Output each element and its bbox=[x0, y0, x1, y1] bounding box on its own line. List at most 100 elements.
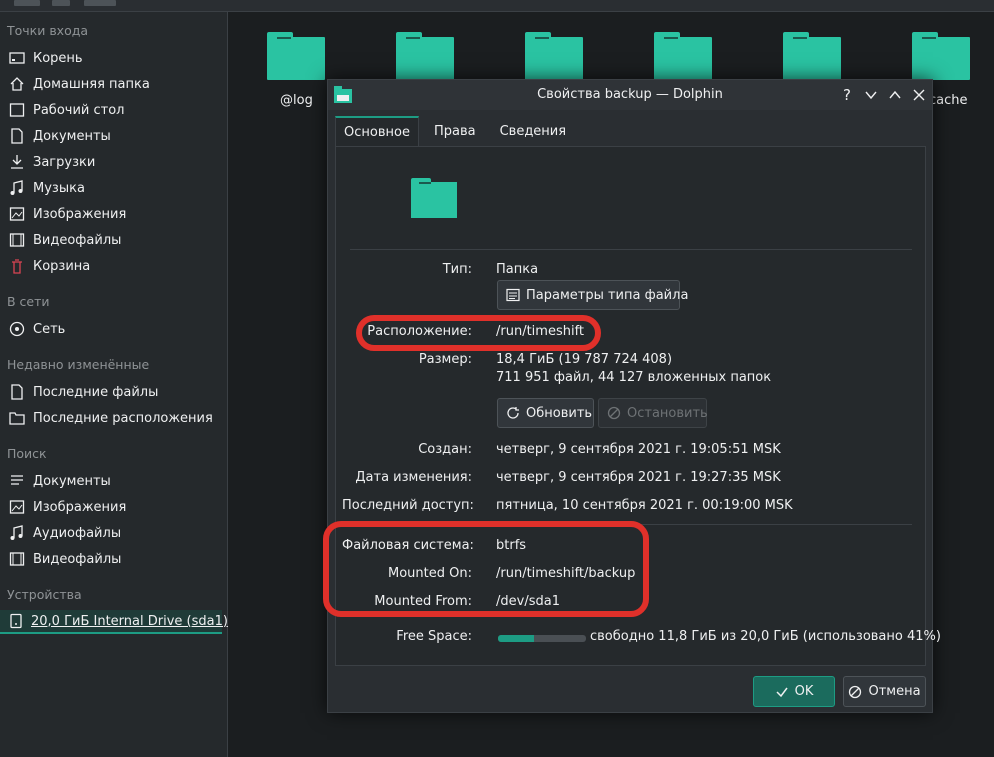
dialog-titlebar[interactable]: Свойства backup — Dolphin ? bbox=[328, 80, 932, 110]
cancel-label: Отмена bbox=[868, 684, 921, 699]
tab-general[interactable]: Основное bbox=[335, 116, 419, 147]
check-icon bbox=[775, 685, 789, 699]
downloads-icon bbox=[8, 153, 26, 171]
sidebar-item-label: Аудиофайлы bbox=[33, 525, 122, 541]
section-title-devices: Устройства bbox=[7, 587, 82, 602]
sidebar-item-label: Домашняя папка bbox=[33, 76, 150, 92]
folder-icon[interactable] bbox=[654, 32, 712, 80]
modified-value: четверг, 9 сентября 2021 г. 19:27:35 MSK bbox=[496, 470, 781, 485]
sidebar-item-label: Сеть bbox=[33, 321, 66, 337]
sidebar-item-label: Рабочий стол bbox=[33, 102, 125, 118]
folder-icon[interactable] bbox=[912, 32, 970, 80]
video-search-icon bbox=[8, 550, 26, 568]
folder-icon[interactable] bbox=[783, 32, 841, 80]
sidebar-item-videos[interactable]: Видеофайлы bbox=[0, 228, 222, 252]
close-button[interactable] bbox=[909, 85, 929, 105]
free-space-label: Free Space: bbox=[396, 629, 472, 644]
network-icon bbox=[8, 320, 26, 338]
general-panel: Тип: Папка Параметры типа файла Располож… bbox=[323, 146, 941, 666]
highlight-mount-info bbox=[323, 521, 649, 617]
folder-icon[interactable] bbox=[267, 32, 325, 80]
stop-icon bbox=[607, 406, 621, 420]
section-title-network: В сети bbox=[7, 294, 50, 309]
sidebar-item-label: 20,0 ГиБ Internal Drive (sda1) bbox=[31, 613, 228, 629]
cancel-icon bbox=[848, 685, 862, 699]
sidebar-item-recent-files[interactable]: Последние файлы bbox=[0, 380, 222, 404]
size-value: 18,4 ГиБ (19 787 724 408) bbox=[496, 352, 673, 367]
refresh-icon bbox=[506, 406, 520, 420]
type-label: Тип: bbox=[442, 262, 472, 277]
tab-permissions[interactable]: Права bbox=[425, 116, 485, 147]
properties-dialog: Свойства backup — Dolphin ? Основное Пра… bbox=[323, 79, 941, 713]
folder-icon[interactable] bbox=[525, 32, 583, 80]
refresh-label: Обновить bbox=[526, 405, 593, 421]
drive-icon bbox=[8, 49, 26, 67]
ok-label: OK bbox=[794, 684, 814, 699]
refresh-button[interactable]: Обновить bbox=[497, 398, 594, 428]
nav-arrow-button[interactable] bbox=[52, 0, 70, 6]
sidebar-item-recent-locations[interactable]: Последние расположения bbox=[0, 406, 222, 430]
sidebar-item-label: Документы bbox=[33, 128, 111, 144]
sidebar-item-documents[interactable]: Документы bbox=[0, 124, 222, 148]
close-icon bbox=[913, 89, 925, 101]
maximize-button[interactable] bbox=[885, 85, 905, 105]
sidebar-item-label: Видеофайлы bbox=[33, 551, 122, 567]
sidebar-item-network[interactable]: Сеть bbox=[0, 317, 222, 341]
documents-icon bbox=[8, 127, 26, 145]
sidebar-item-home[interactable]: Домашняя папка bbox=[0, 72, 222, 96]
minimize-button[interactable] bbox=[861, 85, 881, 105]
free-space-value: свободно 11,8 ГиБ из 20,0 ГиБ (использов… bbox=[590, 629, 941, 644]
recent-files-icon bbox=[8, 383, 26, 401]
sidebar-item-search-videos[interactable]: Видеофайлы bbox=[0, 547, 222, 571]
chevron-up-icon bbox=[889, 90, 901, 99]
audio-search-icon bbox=[8, 524, 26, 542]
sidebar-item-label: Музыка bbox=[33, 180, 85, 196]
sidebar-item-label: Изображения bbox=[33, 499, 127, 515]
folder-label-log[interactable]: @log bbox=[280, 93, 313, 108]
ok-button[interactable]: OK bbox=[753, 676, 835, 707]
sidebar-item-label: Загрузки bbox=[33, 154, 96, 170]
type-value: Папка bbox=[496, 262, 539, 277]
folder-icon[interactable] bbox=[396, 32, 454, 80]
help-button[interactable]: ? bbox=[837, 85, 857, 105]
video-icon bbox=[8, 231, 26, 249]
sidebar-item-search-documents[interactable]: Документы bbox=[0, 469, 222, 493]
nav-toolbar-button[interactable] bbox=[84, 0, 116, 6]
size-detail: 711 951 файл, 44 127 вложенных папок bbox=[496, 370, 772, 385]
sidebar-item-search-audio[interactable]: Аудиофайлы bbox=[0, 521, 222, 545]
help-icon: ? bbox=[843, 86, 851, 104]
sidebar-item-internal-drive[interactable]: 20,0 ГиБ Internal Drive (sda1) bbox=[0, 610, 228, 634]
sidebar-item-label: Изображения bbox=[33, 206, 127, 222]
folder-preview-icon[interactable] bbox=[411, 178, 457, 218]
folder-label-cache[interactable]: cache bbox=[929, 93, 968, 108]
nav-dropdown-button[interactable] bbox=[14, 0, 40, 6]
tab-details[interactable]: Сведения bbox=[491, 116, 576, 147]
sidebar-item-downloads[interactable]: Загрузки bbox=[0, 150, 222, 174]
cancel-button[interactable]: Отмена bbox=[843, 676, 926, 707]
desktop-icon bbox=[8, 101, 26, 119]
disk-usage-bar bbox=[498, 635, 586, 642]
places-sidebar: Точки входа Корень Домашняя папка Рабочи… bbox=[0, 12, 228, 757]
music-icon bbox=[8, 179, 26, 197]
stop-label: Остановить bbox=[627, 405, 708, 421]
section-title-search: Поиск bbox=[7, 446, 47, 461]
chevron-down-icon bbox=[865, 91, 877, 100]
highlight-location bbox=[356, 315, 601, 351]
sidebar-item-label: Корзина bbox=[33, 258, 91, 274]
stop-button[interactable]: Остановить bbox=[598, 398, 708, 428]
sidebar-item-pictures[interactable]: Изображения bbox=[0, 202, 222, 226]
pictures-search-icon bbox=[8, 498, 26, 516]
sidebar-item-music[interactable]: Музыка bbox=[0, 176, 222, 200]
dialog-tabs: Основное Права Сведения bbox=[335, 116, 575, 147]
pictures-icon bbox=[8, 205, 26, 223]
home-icon bbox=[8, 75, 26, 93]
sidebar-item-desktop[interactable]: Рабочий стол bbox=[0, 98, 222, 122]
sidebar-item-search-pictures[interactable]: Изображения bbox=[0, 495, 222, 519]
sidebar-item-label: Корень bbox=[33, 50, 83, 66]
file-type-options-label: Параметры типа файла bbox=[526, 287, 689, 303]
sidebar-item-label: Последние файлы bbox=[33, 384, 159, 400]
file-type-options-button[interactable]: Параметры типа файла bbox=[497, 280, 688, 310]
sidebar-item-root[interactable]: Корень bbox=[0, 46, 222, 70]
sidebar-item-trash[interactable]: Корзина bbox=[0, 254, 222, 278]
accessed-value: пятница, 10 сентября 2021 г. 00:19:00 MS… bbox=[496, 498, 793, 513]
